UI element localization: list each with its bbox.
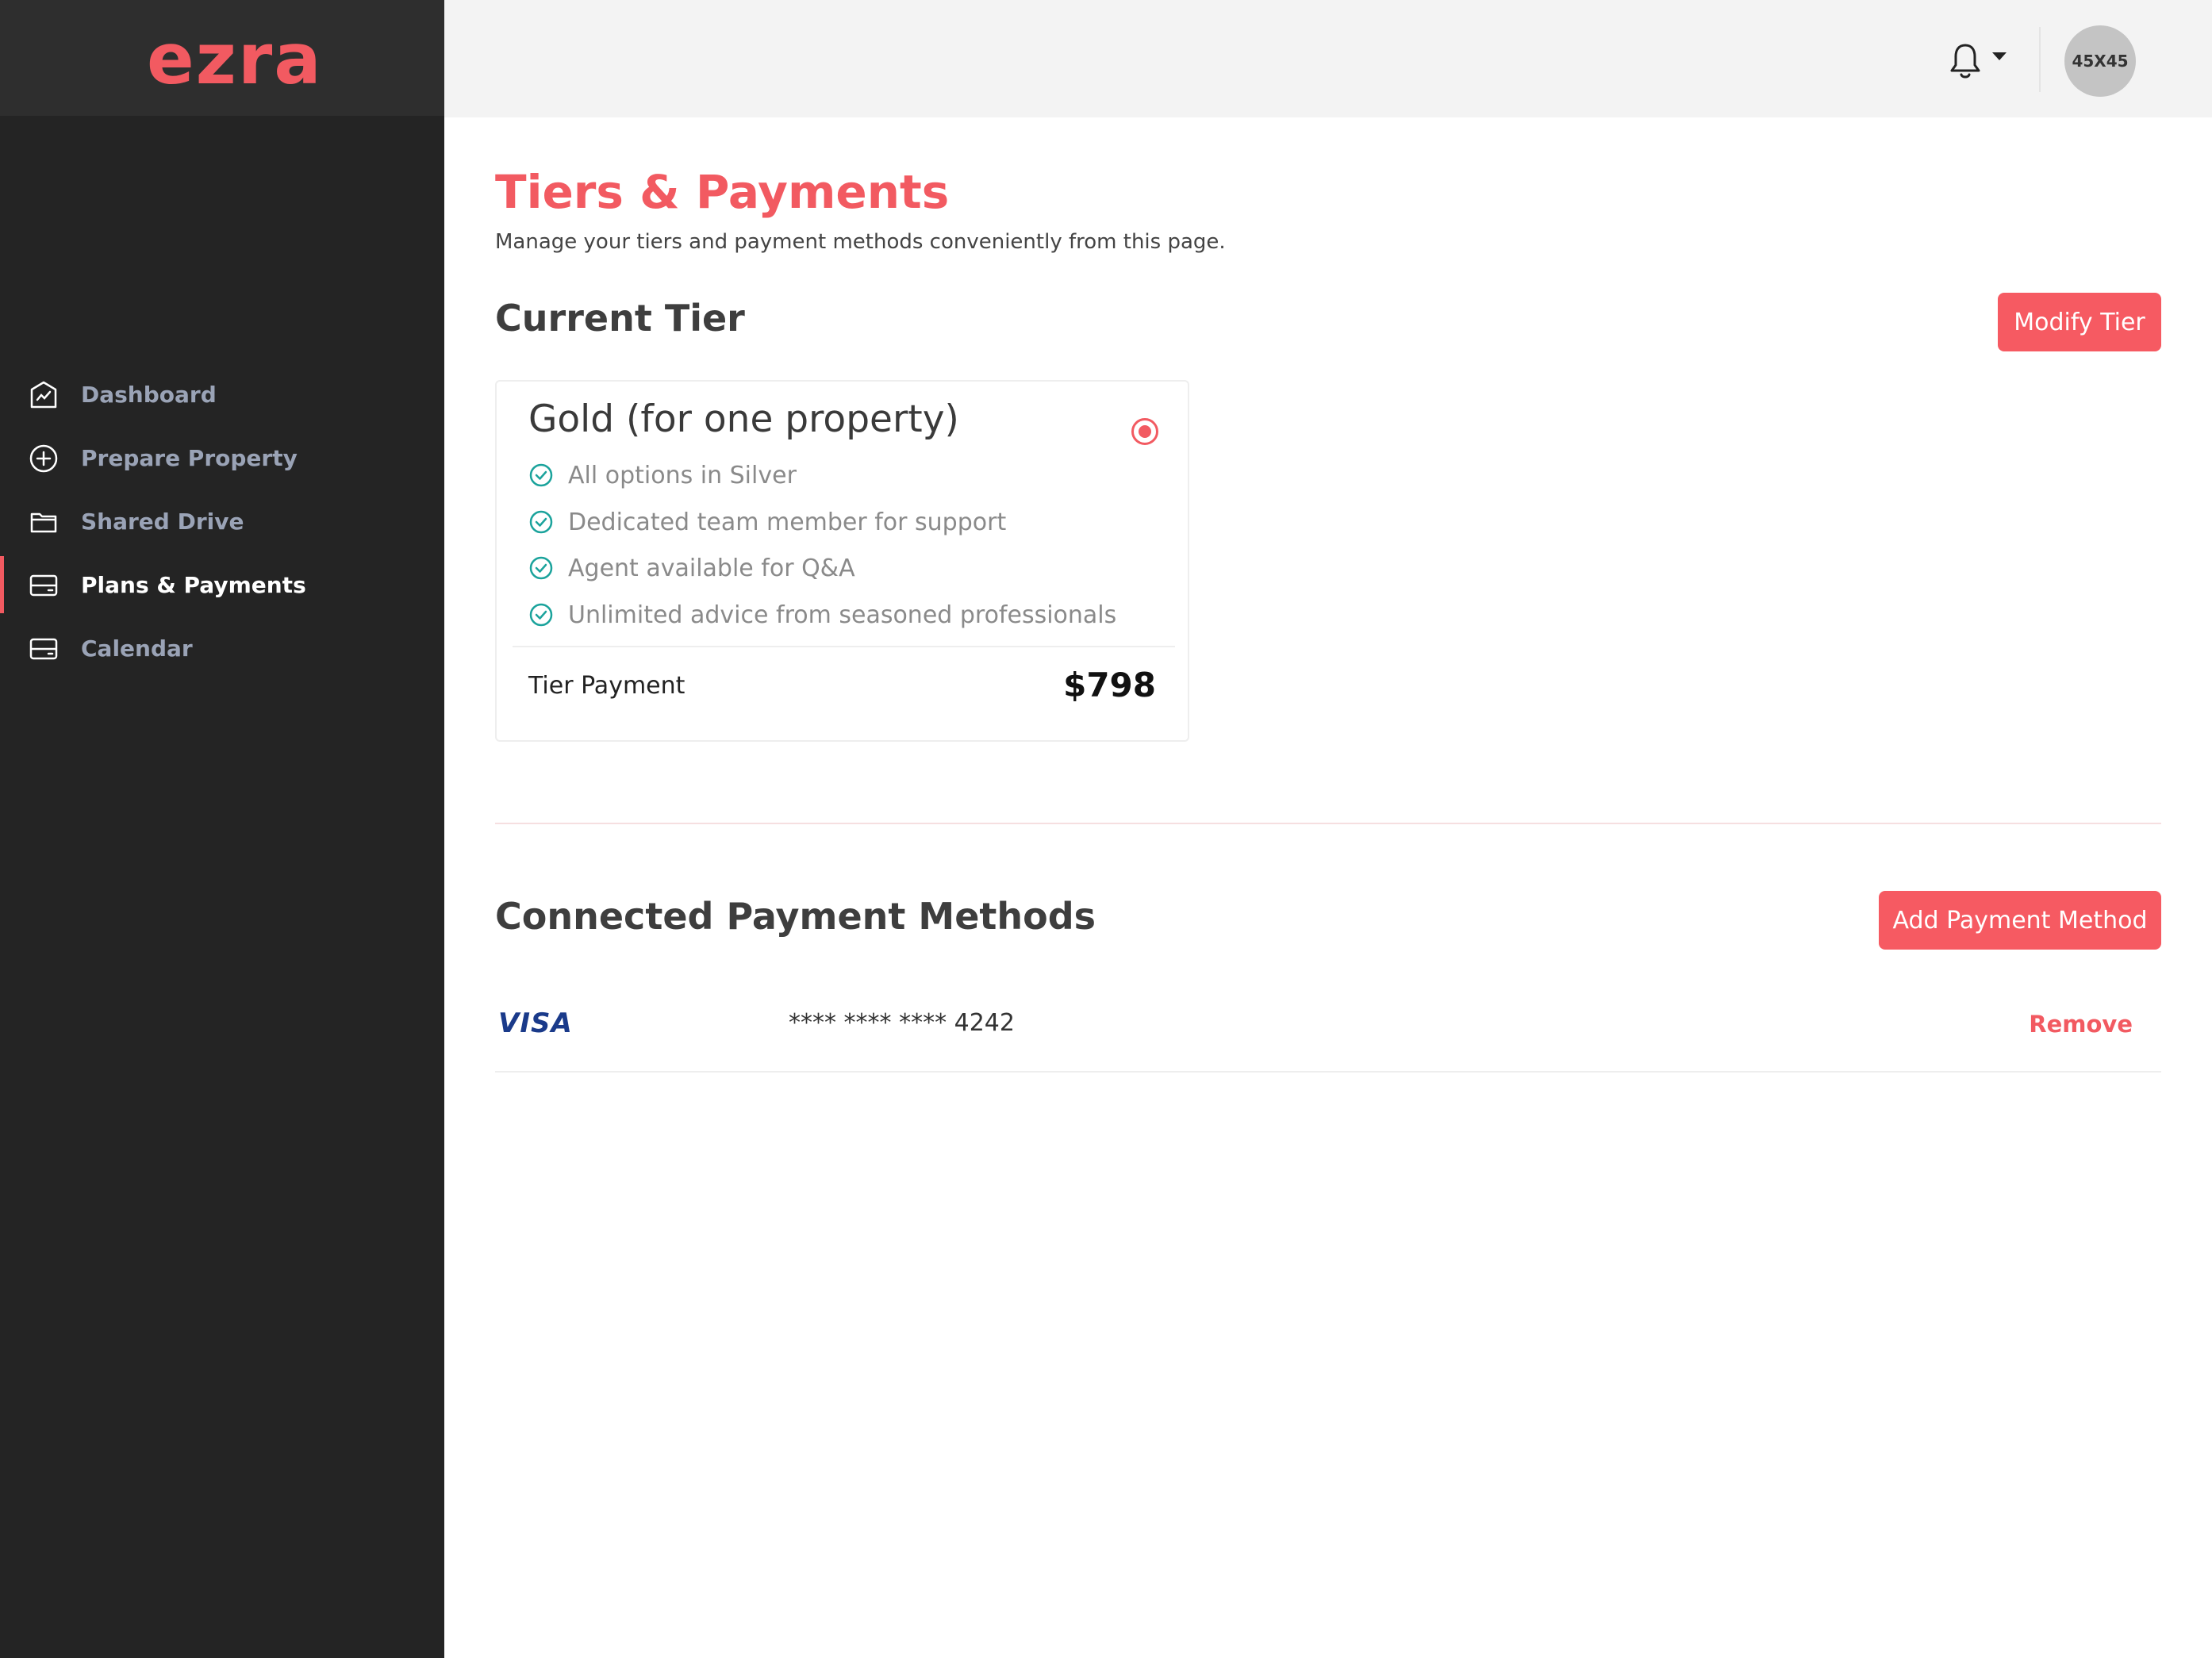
ezra-logo[interactable]: ezra (147, 16, 323, 103)
tier-radio[interactable] (1131, 418, 1158, 445)
tier-card[interactable]: Gold (for one property) All options in S… (495, 380, 1189, 742)
current-tier-heading: Current Tier (495, 297, 745, 340)
sidebar-nav: Dashboard Prepare Property Shared Drive … (0, 363, 444, 680)
divider (2039, 27, 2041, 92)
tier-feature: All options in Silver (528, 459, 797, 491)
page-title: Tiers & Payments (495, 165, 950, 219)
sidebar-item-calendar[interactable]: Calendar (0, 616, 444, 680)
tier-feature: Dedicated team member for support (528, 506, 1006, 538)
check-circle-icon (529, 556, 553, 580)
tier-feature-text: Unlimited advice from seasoned professio… (568, 601, 1117, 629)
modify-tier-button[interactable]: Modify Tier (1998, 293, 2161, 351)
logo-bar: ezra (0, 0, 444, 116)
tier-payment-amount: $798 (1063, 666, 1156, 704)
check-circle-icon (529, 603, 553, 627)
plus-circle-icon (29, 444, 58, 473)
card-icon (29, 638, 58, 660)
tier-feature: Unlimited advice from seasoned professio… (528, 599, 1116, 631)
sidebar-item-label: Plans & Payments (81, 571, 306, 598)
tier-feature-text: Agent available for Q&A (568, 554, 855, 582)
sidebar-item-label: Dashboard (81, 381, 217, 408)
sidebar-item-shared-drive[interactable]: Shared Drive (0, 489, 444, 553)
bell-icon[interactable] (1948, 41, 1983, 81)
remove-button[interactable]: Remove (2029, 1011, 2133, 1038)
tier-feature: Agent available for Q&A (528, 552, 855, 584)
sidebar-item-label: Shared Drive (81, 508, 244, 535)
tier-payment-label: Tier Payment (528, 672, 685, 700)
sidebar-item-label: Prepare Property (81, 444, 298, 471)
page-subtitle: Manage your tiers and payment methods co… (495, 230, 1226, 254)
card-number: **** **** **** 4242 (789, 1009, 1015, 1037)
avatar-text: 45X45 (2072, 52, 2129, 71)
dashboard-icon (30, 381, 57, 409)
sidebar-item-prepare-property[interactable]: Prepare Property (0, 426, 444, 489)
chevron-down-icon[interactable] (1992, 52, 2007, 60)
tier-feature-text: Dedicated team member for support (568, 508, 1007, 536)
payment-methods-heading: Connected Payment Methods (495, 895, 1096, 938)
top-bar (444, 0, 2212, 117)
section-divider (495, 823, 2161, 824)
check-circle-icon (529, 510, 553, 534)
divider (513, 646, 1175, 647)
sidebar: ezra Dashboard Prepare Property Shared D… (0, 0, 444, 1658)
card-icon (29, 574, 58, 597)
add-payment-method-button[interactable]: Add Payment Method (1879, 891, 2161, 950)
folder-icon (30, 512, 57, 533)
payment-method-row: VISA **** **** **** 4242 Remove (495, 984, 2161, 1073)
sidebar-item-plans-payments[interactable]: Plans & Payments (0, 553, 444, 616)
avatar[interactable]: 45X45 (2064, 25, 2136, 97)
sidebar-item-dashboard[interactable]: Dashboard (0, 363, 444, 426)
visa-logo: VISA (498, 1007, 573, 1039)
tier-name: Gold (for one property) (528, 397, 959, 441)
sidebar-item-label: Calendar (81, 635, 193, 662)
tier-feature-text: All options in Silver (568, 461, 797, 489)
check-circle-icon (529, 463, 553, 487)
